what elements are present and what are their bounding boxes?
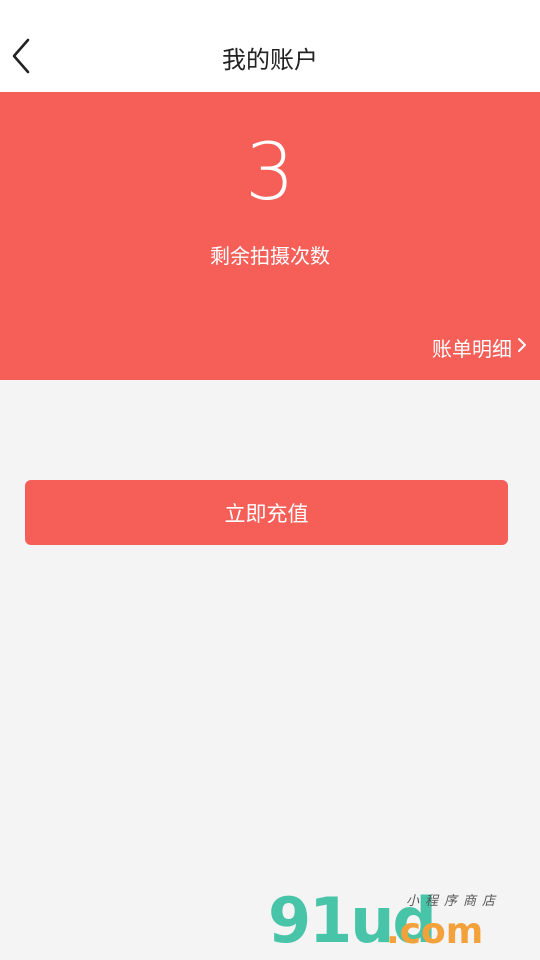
remaining-count-label: 剩余拍摄次数 xyxy=(210,244,330,268)
bill-detail-link[interactable]: 账单明细 xyxy=(432,332,528,362)
watermark: 91ud 小程序商店 .com xyxy=(230,888,530,960)
nav-bar: 我的账户 xyxy=(0,0,540,92)
remaining-count: 3 xyxy=(245,128,295,218)
recharge-button[interactable]: 立即充值 xyxy=(25,480,508,545)
bill-detail-label: 账单明细 xyxy=(432,336,512,361)
watermark-domain: .com xyxy=(386,911,484,952)
watermark-tagline: 小程序商店 xyxy=(406,894,502,909)
chevron-right-icon xyxy=(516,335,528,359)
page-title: 我的账户 xyxy=(222,46,318,74)
account-summary-banner: 3 剩余拍摄次数 账单明细 xyxy=(0,92,540,380)
recharge-button-label: 立即充值 xyxy=(224,501,309,526)
